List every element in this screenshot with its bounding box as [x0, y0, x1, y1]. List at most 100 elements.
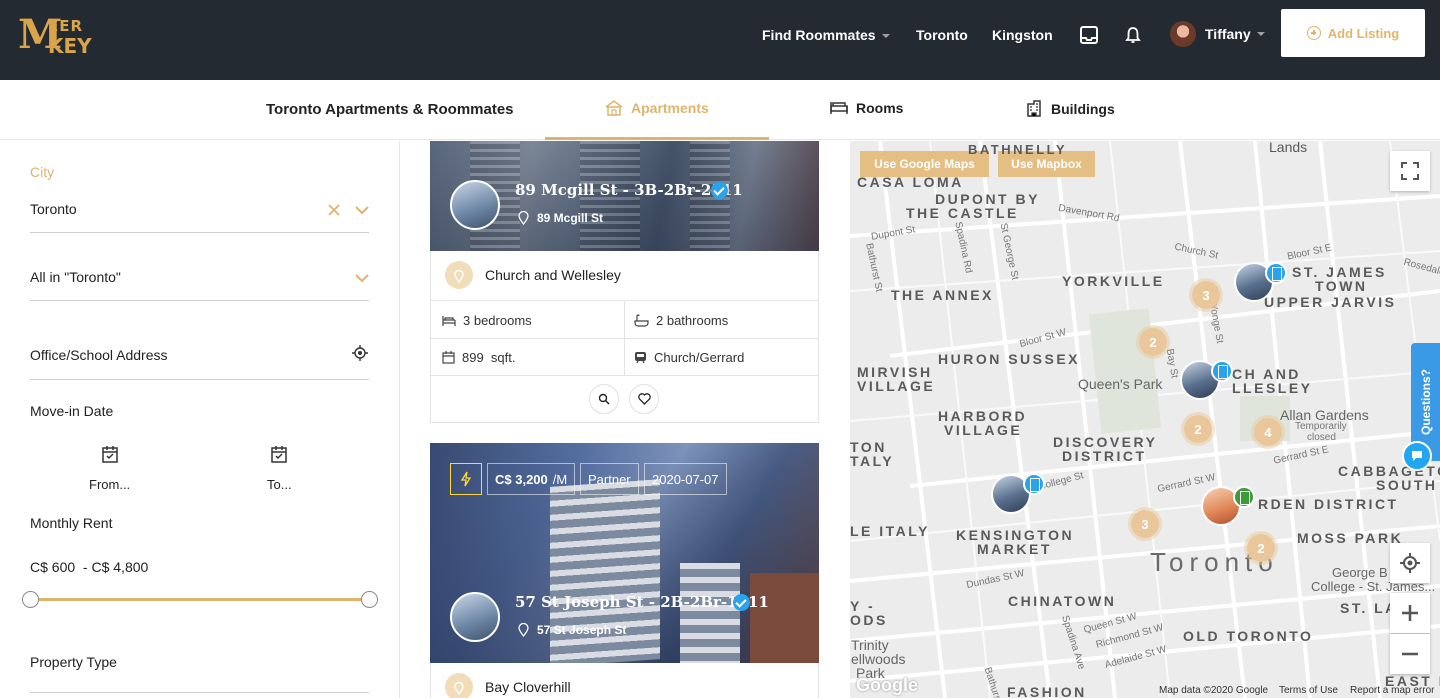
building-avatar[interactable]	[450, 592, 500, 642]
map-cluster[interactable]: 2	[1244, 531, 1278, 565]
favorite-button[interactable]	[629, 384, 659, 414]
calendar-check-icon[interactable]	[101, 445, 119, 463]
map-label: VILLAGE	[857, 378, 936, 394]
bed-icon	[442, 315, 456, 326]
map-label: CHINATOWN	[1008, 593, 1117, 609]
terms-of-use-link[interactable]: Terms of Use	[1279, 685, 1338, 696]
map-label: UPPER JARVIS	[1264, 294, 1397, 310]
city-select-value[interactable]: Toronto	[30, 201, 77, 217]
user-name[interactable]: Tiffany	[1205, 26, 1251, 42]
map-label: DISTRICT	[1062, 448, 1147, 464]
filters-panel	[0, 141, 400, 698]
chevron-down-icon[interactable]	[355, 273, 369, 283]
subway-icon	[635, 351, 646, 363]
map-label: VILLAGE	[944, 422, 1023, 438]
map-label: Temporarily	[1295, 421, 1347, 432]
map-label: THE ANNEX	[891, 287, 994, 303]
fullscreen-icon	[1401, 162, 1419, 180]
move-in-to[interactable]: To...	[267, 477, 292, 492]
map-label: Lands	[1269, 139, 1308, 155]
rent-slider-track[interactable]	[30, 598, 369, 601]
map-cluster[interactable]: 2	[1136, 325, 1170, 359]
neighbourhood-name[interactable]: Bay Cloverhill	[485, 679, 571, 695]
calendar-check-icon[interactable]	[270, 445, 288, 463]
map-label: MOSS PARK	[1297, 530, 1404, 546]
rent-range-value: C$ 600 - C$ 4,800	[30, 559, 149, 575]
area-field-underline	[30, 300, 369, 301]
nav-toronto[interactable]: Toronto	[916, 27, 968, 43]
heart-icon	[637, 393, 651, 405]
rent-max-handle[interactable]	[361, 591, 378, 608]
office-field-underline	[30, 379, 369, 380]
nav-find-roommates[interactable]: Find Roommates	[762, 27, 890, 43]
map-label: OLD TORONTO	[1183, 628, 1314, 644]
tab-apartments[interactable]: Apartments	[605, 100, 709, 116]
area-select-value[interactable]: All in "Toronto"	[30, 269, 121, 285]
listing-address: 89 Mcgill St	[518, 211, 603, 225]
featured-bolt-icon	[450, 463, 482, 495]
active-tab-indicator	[545, 137, 769, 140]
map-label: SOUTH	[1376, 477, 1438, 493]
map-label: BATHNELLY	[968, 142, 1068, 157]
map-label: LE ITALY	[850, 523, 930, 539]
map-cluster[interactable]: 3	[1189, 278, 1223, 312]
building-avatar[interactable]	[450, 180, 500, 230]
zoom-button[interactable]	[589, 384, 619, 414]
verified-icon	[733, 594, 750, 611]
map-cluster[interactable]: 4	[1251, 415, 1285, 449]
map-pin-icon	[518, 623, 529, 637]
search-icon	[598, 393, 610, 405]
building-badge-icon	[1211, 360, 1233, 382]
map-label: YORKVILLE	[1062, 273, 1165, 289]
monthly-rent-label: Monthly Rent	[30, 515, 113, 531]
move-in-from[interactable]: From...	[89, 477, 130, 492]
building-icon	[1027, 100, 1041, 117]
inbox-icon[interactable]	[1079, 25, 1099, 45]
map-cluster[interactable]: 3	[1128, 507, 1162, 541]
locate-icon[interactable]	[352, 345, 368, 361]
verified-icon	[711, 182, 728, 199]
city-label: City	[30, 164, 55, 180]
map-label: closed	[1307, 432, 1336, 443]
listing-title[interactable]: 89 Mcgill St - 3B-2Br-2511	[515, 181, 743, 199]
tab-rooms[interactable]: Rooms	[830, 100, 903, 116]
calendar-icon	[442, 351, 455, 364]
neighbourhood-pin-icon	[445, 261, 473, 289]
map-label: TOWN	[1315, 278, 1368, 294]
chevron-down-icon[interactable]	[1257, 32, 1265, 36]
map-cluster[interactable]: 2	[1181, 412, 1215, 446]
zoom-in-button[interactable]	[1390, 593, 1430, 633]
listing-date-badge: 2020-07-07	[644, 463, 727, 495]
size-attribute: 899 sqft.	[442, 350, 515, 365]
my-location-button[interactable]	[1390, 543, 1430, 583]
map-label: FASHION	[1007, 684, 1087, 698]
add-listing-button[interactable]: Add Listing	[1281, 9, 1425, 57]
meerkey-logo[interactable]: M EER KEY	[18, 14, 98, 59]
office-address-input[interactable]: Office/School Address	[30, 347, 167, 363]
chevron-down-icon[interactable]	[355, 205, 369, 215]
chat-icon[interactable]	[1402, 441, 1432, 471]
clear-icon[interactable]	[327, 203, 341, 217]
bathtub-icon	[634, 313, 649, 327]
map-label: RDEN DISTRICT	[1258, 496, 1399, 512]
neighbourhood-pin-icon	[445, 673, 473, 698]
rent-min-handle[interactable]	[22, 591, 39, 608]
property-type-label: Property Type	[30, 654, 117, 670]
tab-buildings[interactable]: Buildings	[1025, 100, 1115, 117]
bell-icon[interactable]	[1123, 25, 1143, 45]
price-tag: C$ 3,200 /M	[487, 463, 576, 495]
map-label: CASA LOMA	[857, 174, 964, 190]
nav-kingston[interactable]: Kingston	[992, 27, 1053, 43]
neighbourhood-name[interactable]: Church and Wellesley	[485, 267, 621, 283]
fullscreen-button[interactable]	[1390, 151, 1430, 191]
transit-attribute: Church/Gerrard	[634, 350, 744, 365]
user-avatar[interactable]	[1170, 21, 1196, 47]
building-badge-icon	[1233, 486, 1255, 508]
map-label: MARKET	[977, 541, 1052, 557]
map-label: Queen's Park	[1078, 376, 1163, 392]
listing-title[interactable]: 57 St Joseph St - 2B-2Br-1211	[515, 593, 769, 611]
report-map-error-link[interactable]: Report a map error	[1350, 685, 1434, 696]
property-type-underline	[30, 692, 369, 693]
map-label: HURON SUSSEX	[938, 351, 1081, 367]
zoom-out-button[interactable]	[1390, 634, 1430, 674]
